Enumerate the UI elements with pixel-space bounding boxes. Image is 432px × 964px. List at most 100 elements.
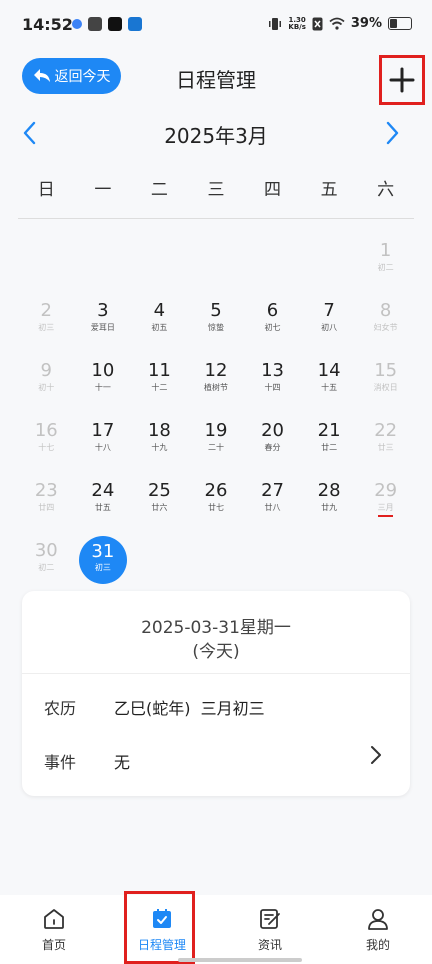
- calendar-day[interactable]: 20 春分: [244, 412, 301, 472]
- lunar-day-label: 爱耳日: [90, 323, 115, 332]
- back-to-today-button[interactable]: 返回今天: [22, 58, 121, 94]
- month-start-marker: [378, 515, 394, 517]
- lunar-label: 农历: [44, 699, 77, 718]
- day-number: 28: [317, 480, 341, 501]
- lunar-day-label: 初七: [264, 323, 281, 332]
- month-label: 2025年3月: [164, 124, 268, 148]
- lunar-day-label: 十四: [264, 383, 281, 392]
- calendar-day[interactable]: 16 十七: [18, 412, 75, 472]
- weekday-label: 三: [207, 180, 225, 200]
- calendar-empty-cell: [244, 532, 301, 592]
- calendar-day[interactable]: 4 初五: [131, 292, 188, 352]
- calendar-day[interactable]: 26 廿七: [188, 472, 245, 532]
- day-number: 6: [266, 300, 279, 321]
- calendar-grid: 1 初二 2 初三 3 爱耳日 4 初五 5 惊蛰 6 初七 7 初八 8 妇女节 9 初十 10 十一 11 十二 12 植…: [18, 232, 414, 592]
- lunar-day-label: 初三: [94, 563, 111, 572]
- bottom-navigation: 首页 日程管理 资讯 我的: [0, 895, 432, 964]
- day-number: 21: [317, 420, 341, 441]
- nav-profile[interactable]: 我的: [324, 895, 432, 964]
- calendar-week-row: 23 廿四 24 廿五 25 廿六 26 廿七 27 廿八 28 廿九 29 三月: [18, 472, 414, 532]
- no-sim-icon: [312, 17, 323, 30]
- calendar-day[interactable]: 11 十二: [131, 352, 188, 412]
- calendar-day[interactable]: 29 三月: [357, 472, 414, 532]
- lunar-day-label: 三月: [377, 503, 394, 512]
- calendar-day[interactable]: 2 初三: [18, 292, 75, 352]
- calendar-day[interactable]: 10 十一: [75, 352, 132, 412]
- calendar-day[interactable]: 23 廿四: [18, 472, 75, 532]
- next-month-button[interactable]: [382, 118, 404, 148]
- calendar-day-today[interactable]: 31 初三: [75, 532, 132, 592]
- status-right: 1.30 KB/s 39%: [268, 16, 412, 31]
- lunar-day-label: 春分: [264, 443, 281, 452]
- calendar-day[interactable]: 3 爱耳日: [75, 292, 132, 352]
- day-number: 20: [261, 420, 284, 441]
- status-bar: 14:52 1.30 KB/s 39%: [0, 0, 432, 50]
- calendar-empty-cell: [188, 532, 245, 592]
- calendar-day[interactable]: 22 廿三: [357, 412, 414, 472]
- calendar-day[interactable]: 13 十四: [244, 352, 301, 412]
- calendar-day[interactable]: 30 初二: [18, 532, 75, 592]
- network-speed: 1.30 KB/s: [288, 15, 306, 31]
- day-number: 4: [153, 300, 166, 321]
- calendar-day[interactable]: 15 消权日: [357, 352, 414, 412]
- divider: [18, 218, 414, 219]
- lunar-day-label: 十九: [151, 443, 168, 452]
- event-row[interactable]: 事件 无: [22, 731, 410, 781]
- home-indicator[interactable]: [178, 958, 302, 962]
- lunar-day-label: 初二: [377, 263, 394, 272]
- news-icon: [260, 909, 280, 929]
- calendar-day[interactable]: 21 廿二: [301, 412, 358, 472]
- lunar-day-label: 植树节: [203, 383, 228, 392]
- calendar-day[interactable]: 27 廿八: [244, 472, 301, 532]
- weekday-header: 日 一 二 三 四 五 六: [18, 175, 414, 200]
- lunar-day-label: 廿五: [94, 503, 111, 512]
- day-number: 7: [323, 300, 335, 321]
- calendar-week-row: 16 十七 17 十八 18 十九 19 二十 20 春分 21 廿二 22 廿三: [18, 412, 414, 472]
- day-number: 23: [34, 480, 58, 501]
- calendar-day[interactable]: 1 初二: [357, 232, 414, 292]
- chevron-right-icon: [371, 746, 381, 764]
- event-value: 无: [114, 753, 131, 772]
- calendar-day[interactable]: 9 初十: [18, 352, 75, 412]
- calendar-day[interactable]: 6 初七: [244, 292, 301, 352]
- day-number: 13: [261, 360, 284, 381]
- calendar-day[interactable]: 18 十九: [131, 412, 188, 472]
- calendar-day[interactable]: 17 十八: [75, 412, 132, 472]
- weekday-label: 二: [150, 180, 168, 200]
- nav-schedule[interactable]: 日程管理: [108, 895, 216, 964]
- lunar-day-label: 初十: [38, 383, 55, 392]
- lunar-day-label: 廿九: [321, 503, 338, 512]
- day-number: 30: [34, 540, 58, 561]
- calendar-day[interactable]: 28 廿九: [301, 472, 358, 532]
- day-number: 15: [374, 360, 398, 381]
- calendar-day[interactable]: 25 廿六: [131, 472, 188, 532]
- calendar-day[interactable]: 24 廿五: [75, 472, 132, 532]
- lunar-day-label: 初三: [38, 323, 55, 332]
- calendar-day[interactable]: 12 植树节: [188, 352, 245, 412]
- weekday-label: 四: [264, 180, 282, 200]
- weekday-label: 一: [94, 180, 112, 200]
- vibrate-icon: [269, 17, 282, 30]
- lunar-day-label: 十一: [94, 383, 111, 392]
- lunar-day-label: 惊蛰: [207, 323, 224, 332]
- calendar-day[interactable]: 19 二十: [188, 412, 245, 472]
- lunar-day-label: 初八: [321, 323, 338, 332]
- day-number: 1: [379, 240, 392, 261]
- calendar-day[interactable]: 14 十五: [301, 352, 358, 412]
- calendar-day[interactable]: 5 惊蛰: [188, 292, 245, 352]
- lunar-day-label: 妇女节: [373, 323, 398, 332]
- lunar-day-label: 二十: [207, 443, 224, 452]
- calendar-day[interactable]: 8 妇女节: [357, 292, 414, 352]
- home-icon: [44, 909, 64, 929]
- lunar-day-label: 消权日: [373, 383, 398, 392]
- day-number: 16: [34, 420, 58, 441]
- calendar-day[interactable]: 7 初八: [301, 292, 358, 352]
- weekday-label: 日: [37, 180, 55, 200]
- lunar-day-label: 十五: [321, 383, 338, 392]
- today-label: (今天): [192, 642, 240, 662]
- weekday-label: 五: [320, 180, 338, 200]
- calendar-empty-cell: [188, 232, 245, 292]
- nav-home[interactable]: 首页: [0, 895, 108, 964]
- add-schedule-button[interactable]: [379, 55, 425, 105]
- nav-news[interactable]: 资讯: [216, 895, 324, 964]
